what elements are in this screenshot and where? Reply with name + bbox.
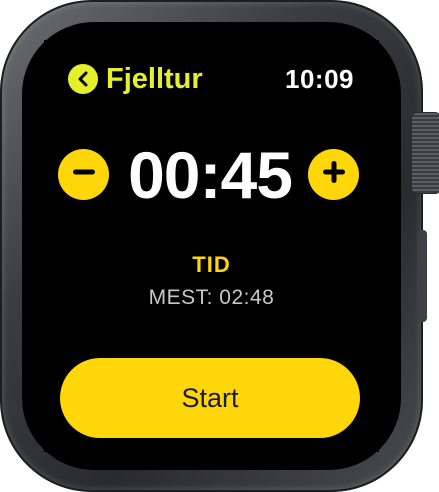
minus-icon [71,159,97,190]
watch-screen: Fjelltur 10:09 00:45 TID MEST: 02:48 Sta… [44,40,379,452]
increase-button[interactable] [308,149,359,200]
digital-crown[interactable] [411,112,439,194]
best-value: MEST: 02:48 [148,286,275,309]
side-button[interactable] [417,230,427,322]
start-button[interactable]: Start [60,358,360,438]
metric-label: TID [192,252,231,277]
status-clock: 10:09 [285,64,354,94]
chevron-left-icon [68,64,98,94]
decrease-button[interactable] [58,149,109,200]
timer-value: 00:45 [128,138,293,212]
start-label: Start [181,382,239,413]
plus-icon [321,159,347,190]
back-button[interactable]: Fjelltur [68,62,203,96]
workout-title: Fjelltur [106,62,203,95]
